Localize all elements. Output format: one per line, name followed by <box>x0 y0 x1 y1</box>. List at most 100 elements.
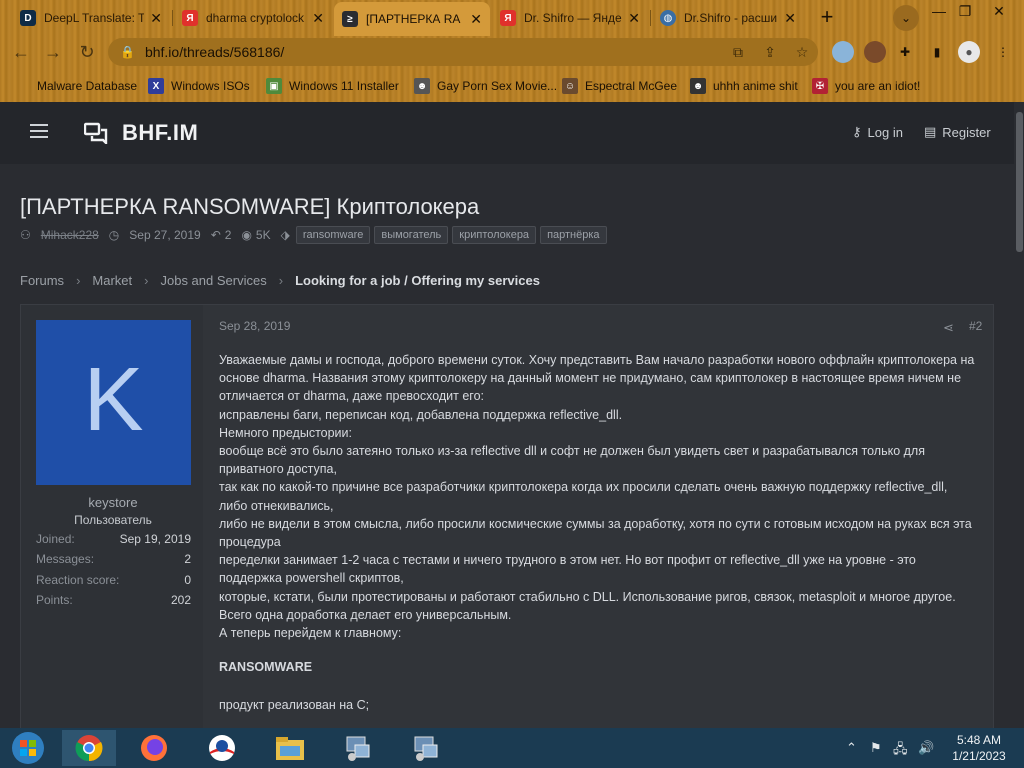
chevron-up-icon[interactable]: ⌃ <box>846 740 857 756</box>
obama-logo-icon <box>209 735 235 761</box>
x-icon: X <box>148 78 164 94</box>
post-paragraph: продукт реализован на С; <box>219 698 370 713</box>
thread-date[interactable]: Sep 27, 2019 <box>129 228 200 242</box>
tab-dharma[interactable]: Я dharma cryptolock ✕ <box>174 4 332 32</box>
site-header: BHF.IM ⚷ Log in ▤ Register <box>0 102 1024 164</box>
stat-joined: Joined: Sep 19, 2019 <box>36 532 191 546</box>
post-number[interactable]: #2 <box>969 319 982 333</box>
post-body: Уважаемые дамы и господа, доброго времен… <box>219 351 979 715</box>
stat-points: Points: 202 <box>36 593 191 607</box>
profile-icon[interactable]: ● <box>958 41 980 63</box>
scrollbar[interactable] <box>1014 102 1024 728</box>
reload-button[interactable]: ↻ <box>74 39 100 65</box>
web-page: BHF.IM ⚷ Log in ▤ Register [ПАРТНЕРКА RA… <box>0 102 1024 728</box>
share-icon[interactable]: ⋖ <box>943 320 954 336</box>
tag-ransomware[interactable]: ransomware <box>295 226 371 244</box>
bookmark-windows-isos[interactable]: X Windows ISOs <box>148 76 250 96</box>
post-paragraph: которые, кстати, были протестированы и р… <box>219 589 956 604</box>
forward-button[interactable]: → <box>40 39 66 65</box>
view-count: 5K <box>255 228 271 242</box>
close-icon[interactable]: ✕ <box>150 10 162 27</box>
bookmark-you-are-an-idiot[interactable]: ✠ you are an idiot! <box>812 76 920 96</box>
post: K keystore Пользователь Joined: Sep 19, … <box>20 304 994 728</box>
post-paragraph: либо не видели в этом смысла, либо проси… <box>219 516 972 550</box>
post-username[interactable]: keystore <box>21 495 205 510</box>
browser-chrome: D DeepL Translate: T ✕ Я dharma cryptolo… <box>0 0 1024 102</box>
close-icon[interactable]: ✕ <box>628 10 640 27</box>
bookmark-windows-11-installer[interactable]: ▣ Windows 11 Installer <box>266 76 399 96</box>
back-button[interactable]: ← <box>8 39 34 65</box>
menu-icon[interactable]: ⋮ <box>992 41 1014 63</box>
register-link[interactable]: ▤ Register <box>924 124 991 140</box>
close-icon[interactable]: ✕ <box>470 11 482 28</box>
tab-title: [ПАРТНЕРКА RA <box>366 12 461 26</box>
network-computer-icon <box>414 736 438 761</box>
translate-icon[interactable]: ⧉ <box>726 38 750 66</box>
tab-bhf[interactable]: ≥ [ПАРТНЕРКА RA ✕ <box>334 2 490 36</box>
bookmark-gay-porn-sex-movie[interactable]: ☻ Gay Porn Sex Movie... <box>414 76 557 96</box>
taskbar-obama[interactable] <box>198 730 246 766</box>
eye-icon: ◉ <box>241 228 252 242</box>
taskbar-file-explorer[interactable] <box>266 730 314 766</box>
face-icon: ☺ <box>562 78 578 94</box>
bookmark-espectral-mcgee[interactable]: ☺ Espectral McGee <box>562 76 677 96</box>
taskbar-firefox[interactable] <box>130 730 178 766</box>
tag-kriptolokera[interactable]: криптолокера <box>452 226 537 244</box>
breadcrumb-current[interactable]: Looking for a job / Offering my services <box>295 273 540 288</box>
bookmark-malware-database[interactable]: Malware Database <box>14 76 137 96</box>
bookmark-anime[interactable]: ☻ uhhh anime shit <box>690 76 798 96</box>
tag-icon: ⬗ <box>280 228 290 242</box>
bookmark-label: Gay Porn Sex Movie... <box>437 79 558 93</box>
close-icon[interactable]: ✕ <box>784 10 796 27</box>
taskbar-app-1[interactable] <box>334 730 382 766</box>
breadcrumb-jobs-services[interactable]: Jobs and Services <box>160 273 266 288</box>
action-center-flag-icon[interactable]: ⚑ <box>870 740 882 756</box>
firefox-icon <box>141 735 167 761</box>
post-date[interactable]: Sep 28, 2019 <box>219 319 290 333</box>
thread-author[interactable]: Mihack228 <box>41 228 99 242</box>
avatar-extension-icon[interactable] <box>864 41 886 63</box>
hamburger-menu-icon[interactable] <box>30 124 48 138</box>
clock-time: 5:48 AM <box>956 733 1002 747</box>
post-paragraph: переделки занимает 1-2 часа с тестами и … <box>219 553 916 586</box>
restore-button[interactable]: ❐ <box>952 2 978 22</box>
bookmark-star-icon[interactable]: ☆ <box>790 38 814 66</box>
scrollbar-thumb[interactable] <box>1016 112 1023 252</box>
chevron-down-icon[interactable]: ⌄ <box>893 5 919 31</box>
close-icon[interactable]: ✕ <box>312 10 324 27</box>
bookmark-label: Espectral McGee <box>585 79 678 93</box>
url-text: bhf.io/threads/568186/ <box>144 44 285 60</box>
start-button[interactable] <box>4 730 52 766</box>
close-window-button[interactable]: ✕ <box>986 2 1012 22</box>
flag-extension-icon[interactable] <box>832 41 854 63</box>
breadcrumb-forums[interactable]: Forums <box>20 273 64 288</box>
volume-icon[interactable]: 🔊 <box>918 740 934 756</box>
taskbar-app-2[interactable] <box>402 730 450 766</box>
image-icon: ▣ <box>266 78 282 94</box>
share-icon[interactable]: ⇪ <box>758 38 782 66</box>
extensions-icon[interactable]: ✚ <box>894 41 916 63</box>
network-icon[interactable]: 🖧 <box>893 740 908 762</box>
tab-drshifro-yandex[interactable]: Я Dr. Shifro — Янде ✕ <box>492 4 648 32</box>
tab-deepl[interactable]: D DeepL Translate: T ✕ <box>12 4 170 32</box>
post-paragraph: Всего одна доработка делает его универса… <box>219 607 512 622</box>
tag-partnerka[interactable]: партнёрка <box>540 226 607 244</box>
clipboard-icon: ▤ <box>924 124 937 139</box>
taskbar-clock[interactable]: 5:48 AM 1/21/2023 <box>942 732 1016 764</box>
chrome-icon <box>75 735 103 762</box>
site-logo[interactable]: BHF.IM <box>84 120 198 146</box>
login-link[interactable]: ⚷ Log in <box>852 124 903 140</box>
breadcrumb-market[interactable]: Market <box>92 273 132 288</box>
post-user-title: Пользователь <box>74 513 152 527</box>
minimize-button[interactable]: — <box>926 2 952 22</box>
avatar[interactable]: K <box>36 320 191 485</box>
network-computer-icon <box>346 736 370 761</box>
tab-drshifro[interactable]: ◍ Dr.Shifro - расши ✕ <box>652 4 804 32</box>
tag-vymogatel[interactable]: вымогатель <box>374 226 449 244</box>
taskbar-chrome[interactable] <box>62 730 116 766</box>
side-panel-icon[interactable]: ▮ <box>926 41 948 63</box>
yandex-icon: Я <box>500 10 516 26</box>
new-tab-button[interactable]: + <box>814 5 840 31</box>
address-bar[interactable]: 🔒 bhf.io/threads/568186/ ⧉ ⇪ ☆ <box>108 38 818 66</box>
register-label: Register <box>942 124 991 140</box>
